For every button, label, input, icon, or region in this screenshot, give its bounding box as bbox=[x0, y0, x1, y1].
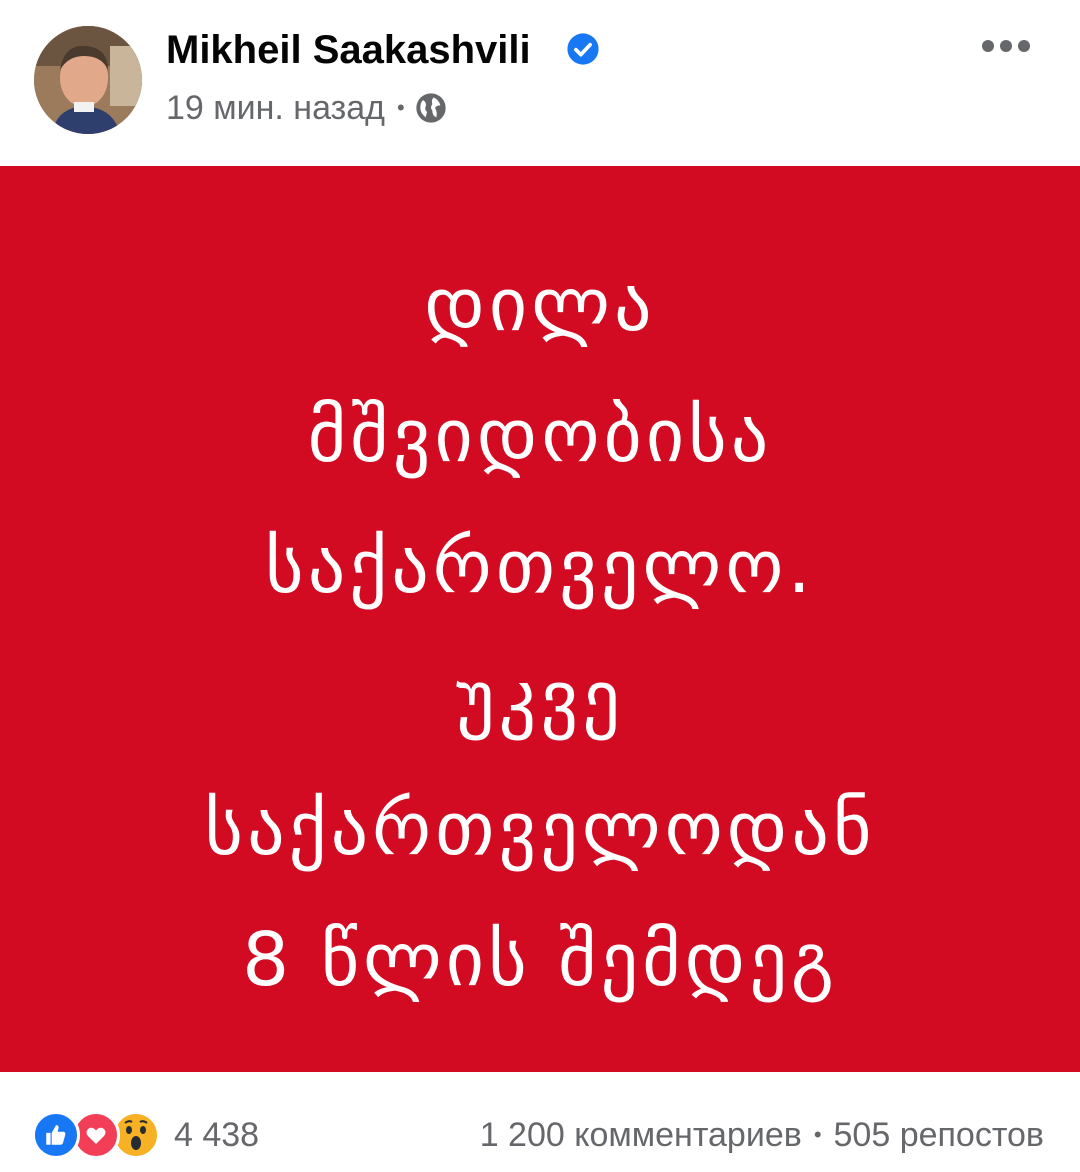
post-image[interactable]: დილა მშვიდობისა საქართველო. უკვე საქართვ… bbox=[0, 166, 1080, 1072]
image-text-line: უკვე bbox=[456, 655, 624, 741]
reaction-count: 4 438 bbox=[174, 1115, 260, 1154]
post-header: Mikheil Saakashvili 19 мин. назад • bbox=[0, 0, 1080, 166]
post-stats: 1 200 комментариев • 505 репостов bbox=[480, 1110, 1044, 1160]
post-meta: 19 мин. назад • bbox=[166, 86, 447, 130]
meta-separator: • bbox=[396, 95, 405, 120]
image-text-line: 8 წლის შემდეგ bbox=[242, 917, 838, 1003]
stats-separator: • bbox=[813, 1122, 822, 1147]
image-text-line: დილა bbox=[424, 262, 656, 348]
globe-icon[interactable] bbox=[415, 92, 447, 124]
image-text: დილა მშვიდობისა საქართველო. უკვე საქართვ… bbox=[0, 240, 1080, 1026]
comments-count-link[interactable]: 1 200 комментариев bbox=[480, 1116, 802, 1155]
author-avatar[interactable] bbox=[34, 26, 142, 134]
image-text-line: მშვიდობისა bbox=[307, 393, 773, 479]
post-footer: 4 438 1 200 комментариев • 505 репостов bbox=[0, 1072, 1080, 1172]
reactions-summary[interactable]: 4 438 bbox=[32, 1110, 259, 1160]
post-timestamp[interactable]: 19 мин. назад bbox=[166, 89, 385, 128]
author-name[interactable]: Mikheil Saakashvili bbox=[166, 24, 531, 76]
image-text-line: საქართველო. bbox=[265, 524, 815, 610]
image-text-line: საქართველოდან bbox=[204, 786, 876, 872]
shares-count-link[interactable]: 505 репостов bbox=[834, 1116, 1044, 1155]
like-icon bbox=[32, 1111, 80, 1159]
more-options-icon[interactable] bbox=[976, 28, 1036, 64]
verified-badge-icon bbox=[567, 33, 599, 65]
